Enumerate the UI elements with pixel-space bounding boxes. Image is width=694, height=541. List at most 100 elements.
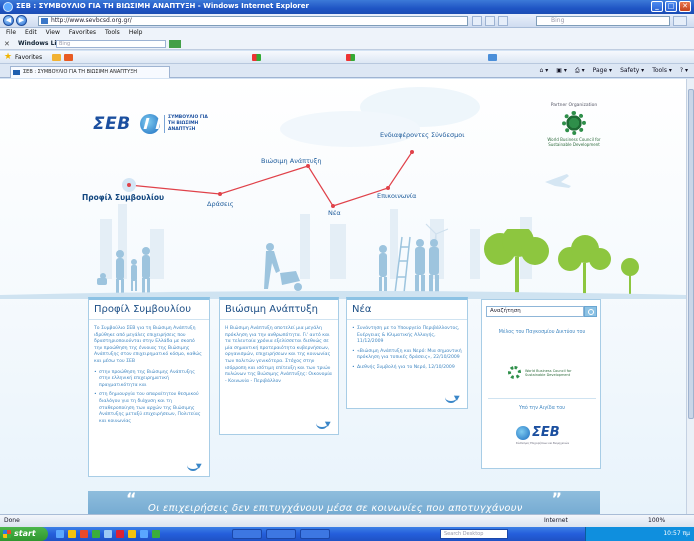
app-quicklaunch-icon[interactable] xyxy=(80,530,88,538)
tab-bar: ΣΕΒ : ΣΥΜΒΟΥΛΙΟ ΓΙΑ ΤΗ ΒΙΩΣΙΜΗ ΑΝΑΠΤΥΞΗ … xyxy=(0,64,694,78)
favorites-label[interactable]: Favorites xyxy=(15,54,42,61)
stop-icon[interactable] xyxy=(498,16,508,26)
search-icon[interactable] xyxy=(584,306,597,317)
help-icon[interactable]: ? ▾ xyxy=(680,67,688,75)
menu-view[interactable]: View xyxy=(46,28,60,38)
menu-tools[interactable]: Tools xyxy=(105,28,120,38)
menu-file[interactable]: File xyxy=(6,28,16,38)
seb-small-text: ΣΕΒ xyxy=(532,425,560,440)
tab-active[interactable]: ΣΕΒ : ΣΥΜΒΟΥΛΙΟ ΓΙΑ ΤΗ ΒΙΩΣΙΜΗ ΑΝΑΠΤΥΞΗ xyxy=(10,66,170,78)
taskbar-task[interactable] xyxy=(232,529,262,539)
taskbar-task[interactable] xyxy=(266,529,296,539)
seb-mark-icon xyxy=(516,426,530,440)
nav-news[interactable]: Νέα xyxy=(328,209,341,217)
address-input[interactable]: http://www.sevbcsd.org.gr/ xyxy=(38,16,468,26)
compatibility-icon[interactable] xyxy=(472,16,482,26)
safety-menu[interactable]: Safety ▾ xyxy=(620,67,644,75)
nav-contact[interactable]: Επικοινωνία xyxy=(377,192,416,200)
nav-profile[interactable]: Προφίλ Συμβουλίου xyxy=(82,193,164,202)
profile-text: Το Συμβούλιο ΣΕΒ για τη Βιώσιμη Ανάπτυξη… xyxy=(94,326,202,364)
window-title: ΣΕΒ : ΣΥΜΒΟΥΛΙΟ ΓΙΑ ΤΗ ΒΙΩΣΙΜΗ ΑΝΑΠΤΥΞΗ … xyxy=(16,2,309,10)
close-toolbar-icon[interactable]: ✕ xyxy=(4,40,10,48)
window-title-bar: ΣΕΒ : ΣΥΜΒΟΥΛΙΟ ΓΙΑ ΤΗ ΒΙΩΣΙΜΗ ΑΝΑΠΤΥΞΗ … xyxy=(0,0,694,14)
partner-organization[interactable]: Partner Organization World Business Coun… xyxy=(540,103,608,147)
seb-small-subtitle: Σύνδεσμος Επιχειρήσεων και Βιομηχανιών xyxy=(516,442,570,445)
news-title[interactable]: Νέα xyxy=(347,300,467,320)
profile-box: Προφίλ Συμβουλίου Το Συμβούλιο ΣΕΒ για τ… xyxy=(88,297,210,477)
scrollbar-thumb[interactable] xyxy=(688,89,694,419)
close-button[interactable]: ✕ xyxy=(679,1,691,12)
initiative-label: Υπό την Αιγίδα του xyxy=(519,406,565,411)
more-arrow-icon[interactable] xyxy=(316,420,330,429)
menu-edit[interactable]: Edit xyxy=(25,28,37,38)
sustainability-title[interactable]: Βιώσιμη Ανάπτυξη xyxy=(220,300,338,320)
menu-help[interactable]: Help xyxy=(129,28,143,38)
more-arrow-icon[interactable] xyxy=(187,462,201,471)
seb-logo[interactable]: ΣΕΒ ΣΥΜΒΟΥΛΙΟ ΓΙΑ ΤΗ ΒΙΩΣΙΜΗ ΑΝΑΠΤΥΞΗ xyxy=(93,112,208,138)
add-favorites-icon[interactable] xyxy=(52,54,61,61)
profile-title[interactable]: Προφίλ Συμβουλίου xyxy=(89,300,209,320)
wbcsd-globe-icon xyxy=(508,366,521,379)
status-bar: Done Internet 100% xyxy=(0,514,694,527)
app-quicklaunch-icon[interactable] xyxy=(116,530,124,538)
wbcsd-globe-icon xyxy=(562,111,586,135)
zoom-level[interactable]: 100% xyxy=(648,515,665,527)
sidebar: Αναζήτηση Μέλος του Παγκοσμίου Δικτύου τ… xyxy=(481,299,601,469)
nav-sustainability[interactable]: Βιώσιμη Ανάπτυξη xyxy=(261,157,321,165)
rss-icon[interactable]: ▣ ▾ xyxy=(556,67,567,75)
menu-bar: File Edit View Favorites Tools Help xyxy=(0,28,694,38)
search-icon[interactable] xyxy=(673,16,687,26)
folder-quicklaunch-icon[interactable] xyxy=(68,530,76,538)
seb-small-logo[interactable]: ΣΕΒ Σύνδεσμος Επιχειρήσεων και Βιομηχανι… xyxy=(516,425,576,445)
quote-banner: “ Οι επιχειρήσεις δεν επιτυγχάνουν μέσα … xyxy=(88,489,600,514)
address-text: http://www.sevbcsd.org.gr/ xyxy=(51,17,132,24)
bookmark-icon[interactable] xyxy=(488,54,497,61)
nav-actions[interactable]: Δράσεις xyxy=(207,200,234,208)
profile-bullets: στην προώθηση της Βιώσιμης Ανάπτυξης στη… xyxy=(89,368,209,426)
site-search-input[interactable]: Αναζήτηση xyxy=(486,306,584,317)
refresh-icon[interactable] xyxy=(485,16,495,26)
tab-favicon xyxy=(13,70,20,75)
start-button[interactable]: start xyxy=(0,527,48,541)
sustainability-box: Βιώσιμη Ανάπτυξη Η Βιώσιμη Ανάπτυξη αποτ… xyxy=(219,297,339,435)
windows-live-search-input[interactable]: Bing xyxy=(56,40,166,48)
app-quicklaunch-icon[interactable] xyxy=(92,530,100,538)
ie-quicklaunch-icon[interactable] xyxy=(56,530,64,538)
news-item[interactable]: Συνάντηση με το Υπουργείο Περιβάλλοντος,… xyxy=(352,326,462,346)
nav-links[interactable]: Ενδιαφέροντες Σύνδεσμοι xyxy=(380,131,464,139)
quote-close-mark: ” xyxy=(551,489,562,508)
app-quicklaunch-icon[interactable] xyxy=(104,530,112,538)
tools-menu[interactable]: Tools ▾ xyxy=(652,67,672,75)
app-quicklaunch-icon[interactable] xyxy=(152,530,160,538)
app-quicklaunch-icon[interactable] xyxy=(128,530,136,538)
bookmark-icon[interactable] xyxy=(252,54,261,61)
clock[interactable]: 10:57 πμ xyxy=(663,527,690,541)
divider xyxy=(488,398,596,399)
security-zone: Internet xyxy=(544,517,568,524)
go-button[interactable] xyxy=(169,40,181,48)
wbcsd-logo[interactable]: World Business Council for Sustainable D… xyxy=(508,366,578,380)
list-item: στην προώθηση της Βιώσιμης Ανάπτυξης στη… xyxy=(94,370,204,390)
logo-text: ΣΕΒ xyxy=(93,114,131,134)
home-icon[interactable]: ⌂ ▾ xyxy=(540,67,549,75)
favorites-star-icon[interactable]: ★ xyxy=(4,52,12,62)
logo-mark-icon xyxy=(140,114,160,134)
app-quicklaunch-icon[interactable] xyxy=(140,530,148,538)
bookmark-icon[interactable] xyxy=(346,54,355,61)
member-label: Μέλος του Παγκοσμίου Δικτύου του xyxy=(498,330,586,335)
print-icon[interactable]: ⎙ ▾ xyxy=(575,67,585,75)
news-item[interactable]: Διεθνής Συμβολή για το Νερό, 12/10/2009 xyxy=(352,365,462,372)
browser-search-input[interactable]: Bing xyxy=(536,16,670,26)
desktop-search-input[interactable]: Search Desktop xyxy=(440,529,508,539)
minimize-button[interactable]: _ xyxy=(651,1,663,12)
page-menu[interactable]: Page ▾ xyxy=(593,67,612,75)
taskbar-task[interactable] xyxy=(300,529,330,539)
maximize-button[interactable]: □ xyxy=(665,1,677,12)
menu-favorites[interactable]: Favorites xyxy=(69,28,96,38)
back-button[interactable]: ◀ xyxy=(3,15,14,26)
feed-icon[interactable] xyxy=(64,54,73,61)
vertical-scrollbar[interactable] xyxy=(686,79,694,514)
news-item[interactable]: «Βιώσιμη Ανάπτυξη και Νερό: Μια σημαντικ… xyxy=(352,349,462,362)
forward-button[interactable]: ▶ xyxy=(16,15,27,26)
more-arrow-icon[interactable] xyxy=(445,394,459,403)
